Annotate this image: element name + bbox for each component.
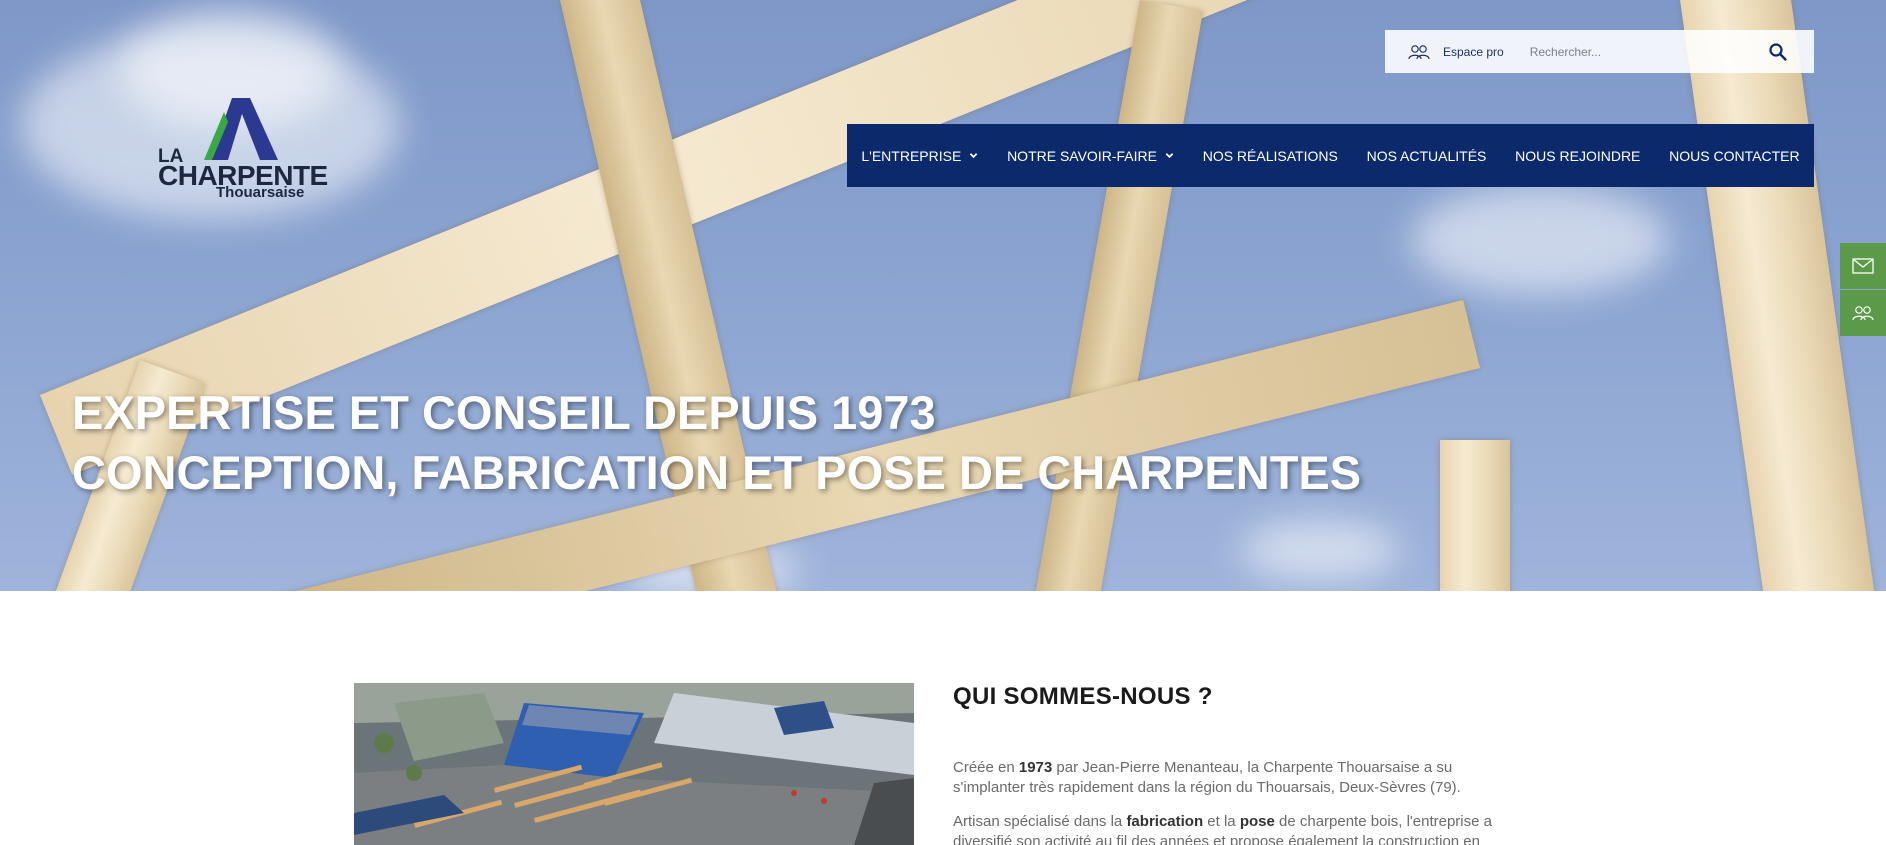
nav-item-label: NOTRE SAVOIR-FAIRE [1007, 147, 1157, 164]
chevron-down-icon [970, 153, 978, 159]
users-icon [1852, 306, 1874, 321]
hero-headline: EXPERTISE ET CONSEIL DEPUIS 1973 CONCEPT… [72, 383, 1361, 503]
search-input[interactable] [1529, 44, 1740, 59]
about-p1-year: 1973 [1018, 759, 1053, 776]
cloud [1240, 520, 1400, 580]
nav-item-savoir-faire[interactable]: NOTRE SAVOIR-FAIRE [1007, 148, 1174, 164]
timber-beam [1440, 440, 1510, 591]
hero-banner: LA CHARPENTE Thouarsaise Espace pro L'EN… [0, 0, 1886, 591]
top-utility-bar: Espace pro [1385, 30, 1814, 73]
espace-pro-label: Espace pro [1443, 44, 1504, 59]
nav-item-label: NOUS CONTACTER [1669, 147, 1800, 164]
nav-item-label: NOUS REJOINDRE [1515, 147, 1641, 164]
about-paragraph-1: Créée en 1973 par Jean-Pierre Menanteau,… [953, 758, 1513, 798]
about-p2-text-c: et la [1203, 813, 1240, 830]
side-contact-button[interactable] [1840, 243, 1886, 289]
company-aerial-photo [354, 683, 914, 845]
chevron-down-icon [1165, 153, 1174, 159]
nav-item-actualites[interactable]: NOS ACTUALITÉS [1367, 148, 1487, 164]
hero-headline-line-2: CONCEPTION, FABRICATION ET POSE DE CHARP… [72, 446, 1362, 499]
nav-item-label: L'ENTREPRISE [861, 147, 962, 164]
about-paragraph-2: Artisan spécialisé dans la fabrication e… [953, 812, 1513, 845]
nav-item-label: NOS RÉALISATIONS [1202, 147, 1338, 164]
nav-item-realisations[interactable]: NOS RÉALISATIONS [1203, 148, 1338, 164]
mail-icon [1852, 258, 1874, 274]
logo-roof-icon [204, 98, 278, 160]
nav-item-rejoindre[interactable]: NOUS REJOINDRE [1515, 148, 1640, 164]
side-espace-pro-button[interactable] [1840, 290, 1886, 336]
nav-item-entreprise[interactable]: L'ENTREPRISE [861, 148, 978, 164]
nav-item-label: NOS ACTUALITÉS [1366, 147, 1487, 164]
search-icon[interactable] [1768, 42, 1788, 62]
users-icon [1408, 44, 1430, 59]
about-p2-pose: pose [1239, 813, 1275, 830]
aerial-photo-illustration [354, 683, 914, 845]
site-logo[interactable]: LA CHARPENTE Thouarsaise [158, 98, 328, 203]
nav-item-contacter[interactable]: NOUS CONTACTER [1669, 148, 1799, 164]
espace-pro-link[interactable]: Espace pro [1407, 44, 1504, 60]
about-p2-fabrication: fabrication [1126, 813, 1204, 830]
about-p1-text-a: Créée en [953, 759, 1019, 776]
logo-text-thouarsaise: Thouarsaise [216, 184, 305, 201]
main-navigation: L'ENTREPRISE NOTRE SAVOIR-FAIRE NOS RÉAL… [847, 124, 1814, 187]
about-p2-text-a: Artisan spécialisé dans la [953, 813, 1127, 830]
cloud [1410, 185, 1670, 295]
about-section-title: QUI SOMMES-NOUS ? [953, 683, 1213, 710]
hero-headline-line-1: EXPERTISE ET CONSEIL DEPUIS 1973 [72, 386, 936, 439]
